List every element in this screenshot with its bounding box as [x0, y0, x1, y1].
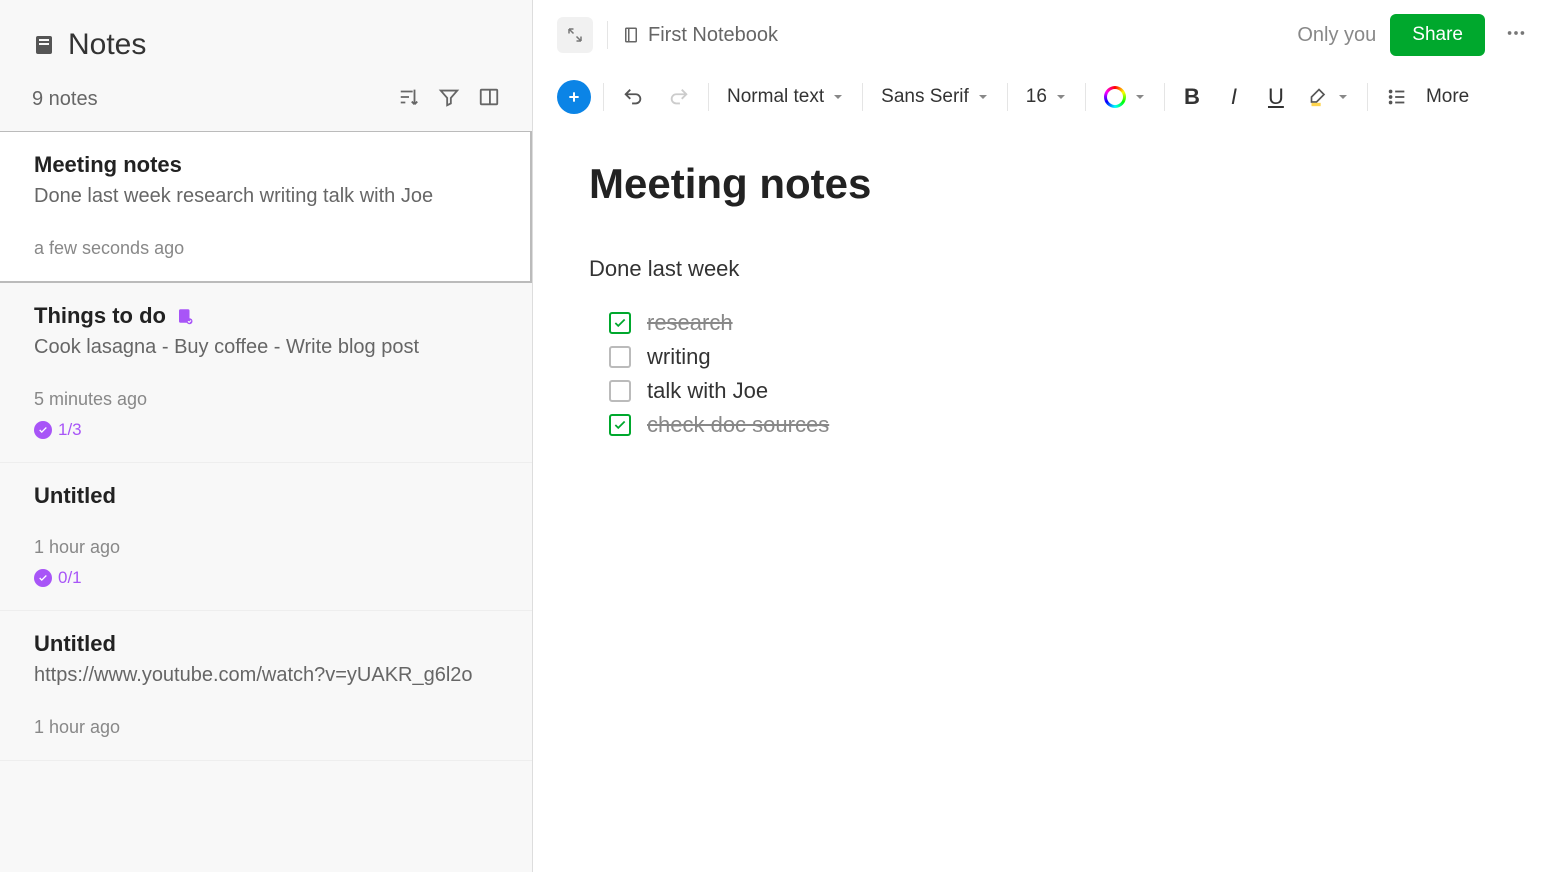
notes-count: 9 notes [32, 88, 98, 111]
redo-button[interactable] [662, 80, 696, 114]
note-editor[interactable]: Meeting notes Done last week research wri… [533, 130, 1557, 476]
divider [1085, 83, 1086, 111]
formatting-toolbar: Normal text Sans Serif 16 B I U More [533, 70, 1557, 130]
more-formatting-dropdown[interactable]: More [1426, 86, 1475, 108]
notes-sidebar: Notes 9 notes Meeting notes Done last wee… [0, 0, 533, 872]
view-toggle-icon[interactable] [478, 86, 500, 113]
underline-button[interactable]: U [1261, 84, 1291, 110]
divider [708, 83, 709, 111]
note-preview: https://www.youtube.com/watch?v=yUAKR_g6… [34, 661, 498, 689]
note-title: Untitled [34, 631, 116, 657]
highlight-dropdown[interactable] [1303, 83, 1355, 111]
check-circle-icon [34, 421, 52, 439]
note-timestamp: 5 minutes ago [34, 389, 498, 410]
document-title[interactable]: Meeting notes [589, 160, 1501, 208]
sidebar-subheader: 9 notes [0, 74, 532, 131]
font-size-dropdown[interactable]: 16 [1020, 82, 1073, 112]
highlighter-icon [1309, 87, 1329, 107]
filter-icon[interactable] [438, 86, 460, 113]
divider [1367, 83, 1368, 111]
list-controls [398, 86, 500, 113]
checklist-item[interactable]: research [609, 310, 1501, 336]
text-style-dropdown[interactable]: Normal text [721, 82, 850, 112]
divider [607, 21, 608, 49]
checklist[interactable]: research writing talk with Joe check doc so… [589, 310, 1501, 438]
checklist-item[interactable]: writing [609, 344, 1501, 370]
note-title: Meeting notes [34, 152, 182, 178]
task-progress-badge: 1/3 [34, 420, 82, 440]
expand-button[interactable] [557, 17, 593, 53]
checkbox[interactable] [609, 380, 631, 402]
bold-button[interactable]: B [1177, 84, 1207, 110]
note-item[interactable]: Things to do Cook lasagna - Buy coffee - … [0, 283, 532, 463]
font-family-dropdown[interactable]: Sans Serif [875, 82, 995, 112]
note-preview: Cook lasagna - Buy coffee - Write blog p… [34, 333, 498, 361]
note-preview: Done last week research writing talk wit… [34, 182, 496, 210]
checklist-text[interactable]: writing [647, 344, 711, 370]
note-timestamp: 1 hour ago [34, 717, 498, 738]
task-note-icon [176, 307, 194, 325]
insert-button[interactable] [557, 80, 591, 114]
note-item[interactable]: Untitled https://www.youtube.com/watch?v=… [0, 611, 532, 761]
task-progress-badge: 0/1 [34, 568, 82, 588]
share-button[interactable]: Share [1390, 14, 1485, 56]
checklist-text[interactable]: check doc sources [647, 412, 829, 438]
divider [1007, 83, 1008, 111]
notes-icon [32, 33, 56, 57]
color-ring-icon [1104, 86, 1126, 108]
notebook-name: First Notebook [648, 24, 778, 47]
divider [603, 83, 604, 111]
checklist-item[interactable]: check doc sources [609, 412, 1501, 438]
note-title: Things to do [34, 303, 166, 329]
notebook-breadcrumb[interactable]: First Notebook [622, 24, 778, 47]
note-item[interactable]: Untitled 1 hour ago 0/1 [0, 463, 532, 611]
note-timestamp: 1 hour ago [34, 537, 498, 558]
divider [862, 83, 863, 111]
undo-button[interactable] [616, 80, 650, 114]
sidebar-title: Notes [68, 28, 146, 62]
checkbox[interactable] [609, 346, 631, 368]
check-circle-icon [34, 569, 52, 587]
more-actions-button[interactable] [1499, 16, 1533, 55]
editor-pane: First Notebook Only you Share Normal tex… [533, 0, 1557, 872]
checklist-text[interactable]: talk with Joe [647, 378, 768, 404]
visibility-label[interactable]: Only you [1297, 24, 1376, 47]
section-heading[interactable]: Done last week [589, 256, 1501, 282]
text-color-dropdown[interactable] [1098, 82, 1152, 112]
checklist-item[interactable]: talk with Joe [609, 378, 1501, 404]
checkbox[interactable] [609, 414, 631, 436]
note-list[interactable]: Meeting notes Done last week research wri… [0, 131, 532, 872]
italic-button[interactable]: I [1219, 84, 1249, 110]
checklist-text[interactable]: research [647, 310, 733, 336]
sort-icon[interactable] [398, 86, 420, 113]
note-title: Untitled [34, 483, 116, 509]
note-timestamp: a few seconds ago [34, 238, 496, 259]
topbar: First Notebook Only you Share [533, 0, 1557, 70]
checkbox[interactable] [609, 312, 631, 334]
bullet-list-button[interactable] [1380, 80, 1414, 114]
sidebar-header: Notes [0, 0, 532, 74]
note-item[interactable]: Meeting notes Done last week research wri… [0, 131, 532, 283]
divider [1164, 83, 1165, 111]
